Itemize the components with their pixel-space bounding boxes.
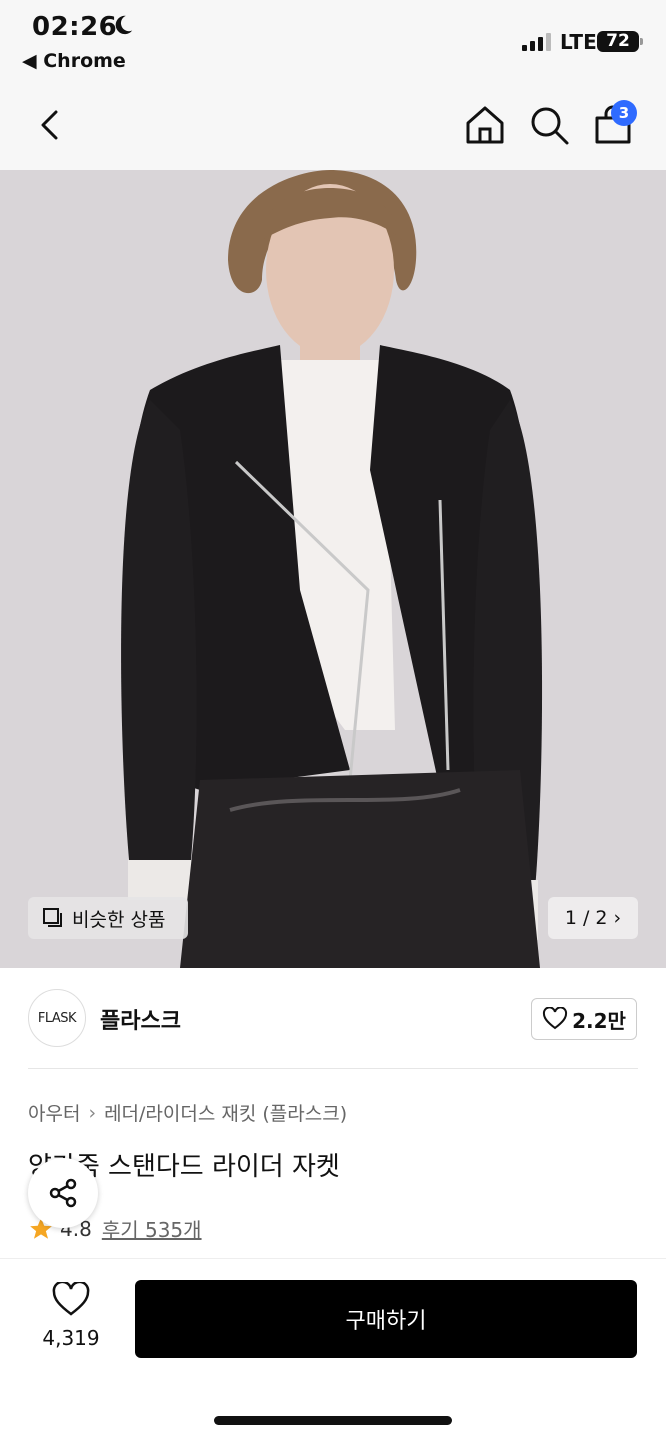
- similar-icon: [43, 908, 62, 927]
- breadcrumb: 아우터 › 레더/라이더스 재킷 (플라스크): [28, 1099, 347, 1126]
- search-icon[interactable]: [526, 102, 572, 148]
- product-image[interactable]: 비슷한 상품 1 / 2 ›: [0, 170, 666, 968]
- product-photo: [0, 170, 666, 968]
- divider: [28, 1068, 638, 1069]
- top-nav: [0, 82, 666, 170]
- status-bar: 02:26 ◀ Chrome LTE 72: [0, 0, 666, 82]
- network-label: LTE: [560, 30, 597, 54]
- chevron-right-icon: ›: [88, 1101, 97, 1124]
- heart-outline-icon: [52, 1280, 90, 1316]
- brand-like-button[interactable]: 2.2만: [531, 998, 637, 1040]
- brand-like-count: 2.2만: [572, 1008, 626, 1033]
- wish-count: 4,319: [42, 1326, 100, 1350]
- share-icon: [49, 1178, 77, 1208]
- brand-logo[interactable]: FLASK: [28, 989, 86, 1047]
- back-arrow-icon[interactable]: [26, 102, 72, 148]
- image-pager[interactable]: 1 / 2 ›: [548, 897, 638, 939]
- similar-products-button[interactable]: 비슷한 상품: [28, 897, 188, 939]
- battery-icon: 72: [597, 31, 643, 52]
- signal-icon: [522, 33, 551, 51]
- cart-count-badge: 3: [611, 100, 637, 126]
- back-to-app-link[interactable]: ◀ Chrome: [22, 50, 126, 72]
- home-indicator[interactable]: [214, 1416, 452, 1425]
- breadcrumb-category[interactable]: 아우터: [28, 1099, 80, 1126]
- clock: 02:26: [32, 12, 118, 42]
- home-icon[interactable]: [462, 102, 508, 148]
- brand-name[interactable]: 플라스크: [100, 1003, 181, 1035]
- similar-products-label: 비슷한 상품: [72, 908, 166, 931]
- buy-button[interactable]: 구매하기: [135, 1280, 637, 1358]
- breadcrumb-subcategory[interactable]: 레더/라이더스 재킷 (플라스크): [104, 1099, 347, 1126]
- heart-icon: [543, 1007, 568, 1030]
- moon-icon: [115, 15, 133, 35]
- reviews-link[interactable]: 후기 535개: [102, 1214, 202, 1243]
- share-button[interactable]: [28, 1158, 98, 1228]
- wish-button[interactable]: [36, 1280, 106, 1322]
